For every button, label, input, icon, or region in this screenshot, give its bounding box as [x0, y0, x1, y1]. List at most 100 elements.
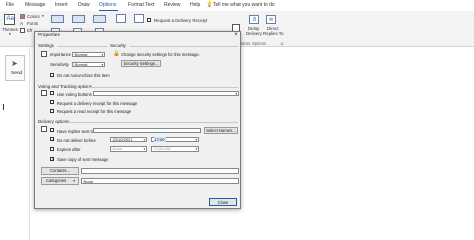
divider — [68, 121, 238, 123]
menu-format-text[interactable]: Format Text — [128, 2, 154, 8]
menu-draw[interactable]: Draw — [78, 2, 90, 8]
save-copy-label: Save copy of sent message — [57, 157, 109, 162]
importance-label: Importance — [50, 52, 71, 57]
request-delivery-receipt-label: Request a Delivery Receipt — [154, 18, 208, 23]
expires-time-value: 12:00 AM — [153, 146, 171, 151]
deliver-date-select[interactable]: 20/10/2021 ▾ — [110, 136, 147, 142]
replies-sent-to-input[interactable] — [93, 127, 201, 133]
expires-after-label: Expires after — [57, 147, 81, 152]
chevron-down-icon: ▾ — [195, 137, 198, 142]
fonts-icon: A — [20, 21, 24, 26]
importance-value: Normal — [74, 51, 88, 57]
voting-buttons-icon[interactable] — [116, 14, 126, 23]
select-names-button[interactable]: Select Names... — [204, 126, 238, 134]
do-not-deliver-checkbox[interactable] — [50, 137, 55, 143]
settings-group-label: Settings — [38, 43, 54, 48]
chevron-down-icon: ▾ — [73, 179, 75, 183]
menu-insert[interactable]: Insert — [55, 2, 68, 8]
dialog-title: Properties — [38, 33, 60, 38]
direct-replies-label-2[interactable]: Replies To — [263, 31, 283, 36]
menu-help[interactable]: Help — [190, 2, 200, 8]
colors-dropdown-icon[interactable]: ▾ — [42, 14, 44, 18]
request-read-label: Request a read receipt for this message — [57, 109, 132, 114]
plain-format-icon[interactable] — [51, 15, 64, 23]
use-voting-label: Use voting buttons — [57, 91, 92, 97]
no-autoarchive-checkbox[interactable] — [50, 72, 55, 77]
divider — [130, 45, 238, 47]
security-description: Change security settings for this messag… — [121, 51, 200, 57]
sensitivity-select[interactable]: Normal ▾ — [72, 61, 105, 67]
menu-options[interactable]: Options — [99, 2, 116, 8]
expires-date-select[interactable]: None ▾ — [110, 146, 147, 152]
contacts-button[interactable]: Contacts... — [41, 167, 79, 175]
themes-dropdown-icon[interactable]: ▾ — [9, 32, 11, 36]
replies-sent-to-checkbox[interactable] — [50, 128, 55, 133]
save-copy-checkbox[interactable] — [50, 156, 55, 163]
text-cursor — [3, 104, 4, 110]
expires-time-select[interactable]: 12:00 AM ▾ — [151, 146, 199, 152]
delay-delivery-label-2[interactable]: Delivery — [246, 31, 262, 36]
close-icon[interactable]: × — [232, 32, 240, 38]
importance-select[interactable]: Normal ▾ — [72, 51, 105, 57]
fonts-button[interactable]: Fonts — [27, 21, 38, 26]
voting-group-label: Voting and Tracking options — [38, 84, 92, 89]
request-delivery-checkbox[interactable] — [50, 100, 55, 105]
send-icon: ➤ — [11, 59, 18, 68]
do-not-deliver-label: Do not deliver before — [57, 137, 96, 143]
menu-review[interactable]: Review — [164, 2, 180, 8]
send-label: Send — [11, 71, 23, 76]
send-button[interactable]: ➤ Send — [5, 55, 25, 81]
request-read-checkbox[interactable] — [50, 108, 55, 113]
menu-message[interactable]: Message — [25, 2, 45, 8]
request-delivery-receipt-checkbox[interactable] — [147, 18, 152, 23]
divider — [87, 86, 238, 88]
chevron-down-icon: ▾ — [143, 137, 146, 142]
rich-text-format-icon[interactable] — [93, 15, 106, 23]
expires-date-value: None — [112, 146, 123, 151]
more-options-group-label: More Options — [241, 41, 267, 46]
send-pane: ➤ Send — [0, 48, 30, 240]
deliver-time-select[interactable]: 17:00 ▾ — [151, 136, 199, 142]
chevron-down-icon: ▾ — [101, 62, 104, 67]
chevron-down-icon: ▾ — [195, 147, 198, 151]
categories-input[interactable]: None — [81, 177, 239, 184]
themes-icon[interactable]: Aa — [4, 14, 15, 25]
categories-button[interactable]: Categories ▾ — [41, 177, 79, 185]
tracking-icon — [41, 90, 47, 96]
delay-delivery-icon[interactable]: ⏱ — [249, 15, 259, 24]
divider — [57, 45, 107, 47]
categories-value: None — [83, 178, 94, 184]
contacts-input[interactable] — [81, 167, 239, 174]
properties-dialog: Properties × Settings Importance Normal … — [34, 31, 241, 209]
categories-label: Categories — [46, 178, 67, 183]
voting-options-select[interactable]: ▾ — [93, 90, 239, 96]
chevron-down-icon: ▾ — [101, 52, 104, 57]
colors-button[interactable]: Colors — [27, 14, 40, 19]
deliver-date-value: 20/10/2021 — [112, 136, 133, 142]
expires-after-checkbox[interactable] — [50, 146, 55, 151]
security-settings-button[interactable]: Security Settings... — [121, 59, 161, 67]
menu-file[interactable]: File — [6, 2, 14, 8]
request-delivery-label: Request a delivery receipt for this mess… — [57, 100, 138, 106]
security-group-label: Security — [110, 43, 126, 48]
close-button[interactable]: Close — [209, 198, 237, 206]
no-autoarchive-label: Do not AutoArchive this item — [57, 73, 110, 78]
sensitivity-label: Sensitivity — [50, 62, 69, 67]
effects-button[interactable]: Eff — [27, 28, 32, 33]
use-voting-checkbox[interactable] — [50, 91, 55, 96]
tell-me-search[interactable]: Tell me what you want to do — [213, 2, 275, 8]
direct-replies-icon[interactable]: ✉ — [266, 15, 276, 24]
html-format-icon[interactable] — [72, 15, 85, 23]
deliver-time-value: 17:00 — [153, 136, 166, 142]
sensitivity-value: Normal — [74, 61, 88, 67]
effects-icon — [20, 28, 25, 33]
chevron-down-icon: ▾ — [143, 147, 146, 151]
menu-bar: File Message Insert Draw Options Format … — [0, 0, 474, 11]
chevron-down-icon: ▾ — [235, 91, 238, 96]
importance-icon — [41, 51, 47, 57]
tracking-icon[interactable] — [134, 14, 144, 23]
dialog-launcher-icon[interactable]: ⇲ — [280, 41, 283, 46]
colors-icon — [20, 14, 25, 19]
lock-icon: 🔒 — [113, 50, 120, 57]
replies-sent-to-label: Have replies sent to — [57, 128, 95, 134]
